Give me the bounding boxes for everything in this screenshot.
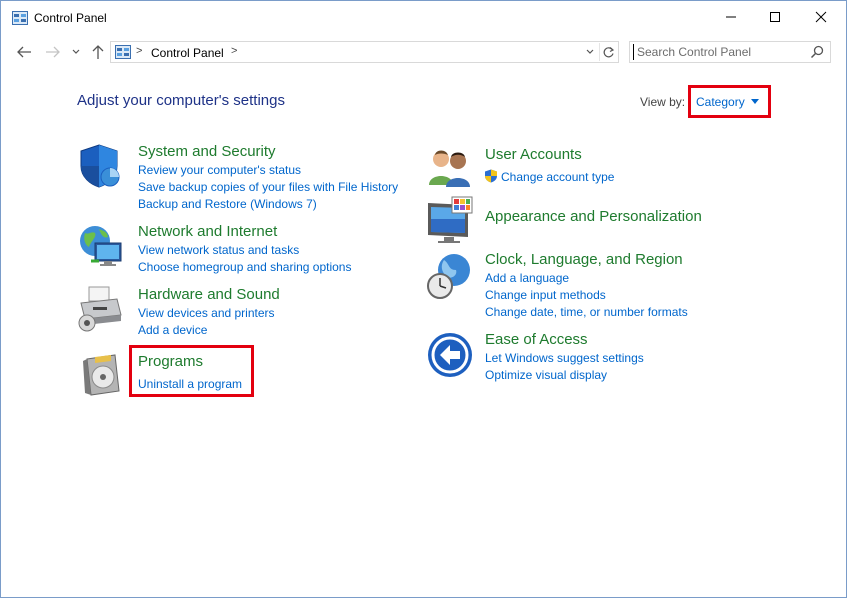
maximize-button[interactable]	[752, 1, 798, 33]
close-icon	[815, 11, 827, 23]
breadcrumb-separator[interactable]: >	[136, 45, 142, 57]
uac-shield-icon	[484, 169, 498, 183]
link-add-device[interactable]: Add a device	[138, 323, 207, 337]
printer-icon[interactable]	[77, 285, 125, 333]
monitor-palette-icon[interactable]	[426, 195, 474, 243]
address-dropdown-button[interactable]	[583, 44, 597, 60]
link-review-status[interactable]: Review your computer's status	[138, 163, 301, 177]
arrow-up-icon	[92, 45, 104, 59]
search-box[interactable]	[629, 41, 831, 63]
network-globe-icon[interactable]	[77, 221, 125, 269]
minimize-button[interactable]	[708, 1, 754, 33]
category-hardware-and-sound[interactable]: Hardware and Sound	[138, 286, 280, 303]
control-panel-location-icon	[115, 45, 131, 59]
category-ease-of-access[interactable]: Ease of Access	[485, 331, 588, 348]
control-panel-app-icon	[12, 11, 28, 25]
view-by-value: Category	[696, 95, 745, 109]
link-optimize-visual[interactable]: Optimize visual display	[485, 368, 607, 382]
address-bar[interactable]: > Control Panel >	[110, 41, 619, 63]
link-backup-restore[interactable]: Backup and Restore (Windows 7)	[138, 197, 317, 211]
link-change-account-type[interactable]: Change account type	[501, 170, 614, 184]
category-clock-language-region[interactable]: Clock, Language, and Region	[485, 251, 683, 268]
link-suggest-settings[interactable]: Let Windows suggest settings	[485, 351, 644, 365]
clock-globe-icon[interactable]	[426, 252, 474, 300]
link-devices-printers[interactable]: View devices and printers	[138, 306, 275, 320]
breadcrumb-control-panel[interactable]: Control Panel	[151, 46, 224, 60]
arrow-right-icon	[46, 46, 60, 58]
view-by-label: View by:	[640, 95, 686, 109]
navigation-bar: > Control Panel >	[1, 37, 846, 67]
forward-button[interactable]	[43, 41, 63, 63]
link-network-status[interactable]: View network status and tasks	[138, 243, 299, 257]
up-button[interactable]	[88, 41, 108, 63]
refresh-icon	[603, 46, 615, 57]
link-change-date-formats[interactable]: Change date, time, or number formats	[485, 305, 688, 319]
programs-disc-icon[interactable]	[81, 351, 129, 399]
chevron-down-icon	[72, 49, 80, 54]
page-title: Adjust your computer's settings	[77, 92, 285, 109]
category-system-and-security[interactable]: System and Security	[138, 143, 276, 160]
ease-of-access-icon[interactable]	[426, 331, 474, 379]
category-network-and-internet[interactable]: Network and Internet	[138, 223, 277, 240]
caret-down-icon	[750, 98, 759, 104]
close-button[interactable]	[798, 1, 844, 33]
maximize-icon	[770, 12, 780, 22]
link-add-language[interactable]: Add a language	[485, 271, 569, 285]
view-by-dropdown[interactable]: Category	[696, 95, 759, 109]
window-title: Control Panel	[34, 11, 107, 25]
category-user-accounts[interactable]: User Accounts	[485, 146, 582, 163]
link-uninstall-program[interactable]: Uninstall a program	[138, 377, 242, 391]
category-appearance-personalization[interactable]: Appearance and Personalization	[485, 208, 702, 225]
arrow-left-icon	[17, 46, 31, 58]
title-bar: Control Panel	[1, 1, 846, 37]
control-panel-window: Control Panel > Control Panel > Search C…	[0, 0, 847, 598]
users-icon[interactable]	[426, 145, 474, 193]
recent-locations-button[interactable]	[69, 41, 83, 63]
link-file-history[interactable]: Save backup copies of your files with Fi…	[138, 180, 398, 194]
search-input[interactable]	[633, 44, 803, 60]
back-button[interactable]	[14, 41, 34, 63]
minimize-icon	[726, 16, 736, 18]
search-icon[interactable]	[810, 45, 826, 61]
link-change-input-methods[interactable]: Change input methods	[485, 288, 606, 302]
chevron-down-icon	[586, 49, 594, 54]
link-homegroup[interactable]: Choose homegroup and sharing options	[138, 260, 351, 274]
shield-icon[interactable]	[77, 142, 125, 190]
category-programs[interactable]: Programs	[138, 353, 203, 370]
refresh-button[interactable]	[599, 43, 617, 61]
breadcrumb-separator[interactable]: >	[231, 45, 237, 57]
